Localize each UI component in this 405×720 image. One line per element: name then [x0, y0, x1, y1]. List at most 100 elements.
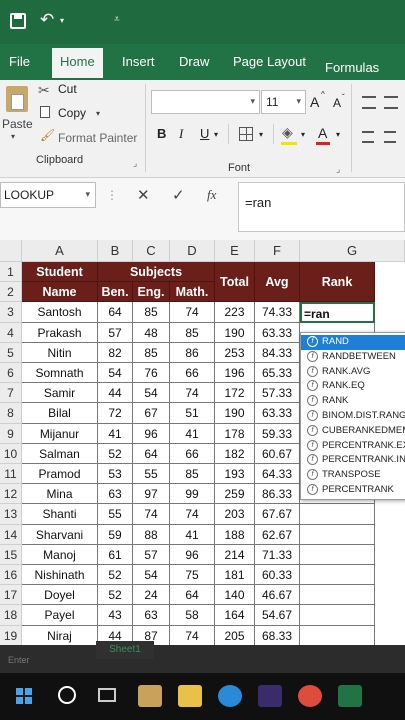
row-header-2[interactable]: 2	[0, 282, 22, 303]
save-icon[interactable]	[10, 13, 26, 29]
column-header-a[interactable]: A	[22, 240, 98, 262]
student-name-cell[interactable]: Somnath	[22, 363, 98, 384]
taskbar-app-icon[interactable]	[138, 685, 162, 707]
header-ben[interactable]: Ben.	[98, 282, 133, 303]
clipboard-launcher-icon[interactable]: ⌟	[133, 158, 137, 169]
ben-score-cell[interactable]: 72	[98, 403, 133, 424]
task-view-icon[interactable]	[98, 688, 116, 702]
header-avg[interactable]: Avg	[255, 262, 300, 303]
math-score-cell[interactable]: 74	[170, 383, 215, 404]
avg-score-cell[interactable]: 57.33	[255, 383, 300, 404]
font-size-field[interactable]: 11 ▾	[261, 90, 306, 114]
total-score-cell[interactable]: 214	[215, 544, 255, 565]
row-header-8[interactable]: 8	[0, 403, 22, 424]
math-score-cell[interactable]: 74	[170, 504, 215, 525]
font-color-dropdown-icon[interactable]: ▾	[336, 130, 340, 139]
paste-icon[interactable]	[6, 86, 28, 112]
formula-bar-grip-icon[interactable]: ⋮	[106, 188, 118, 202]
student-name-cell[interactable]: Sharvani	[22, 524, 98, 545]
student-name-cell[interactable]: Nitin	[22, 342, 98, 363]
row-header-14[interactable]: 14	[0, 524, 22, 545]
font-color-button[interactable]: A	[318, 125, 327, 141]
align-left-icon[interactable]	[362, 131, 374, 143]
paste-dropdown-icon[interactable]: ▾	[11, 132, 15, 141]
header-student[interactable]: Student	[22, 262, 98, 283]
ben-score-cell[interactable]: 59	[98, 524, 133, 545]
total-score-cell[interactable]: 223	[215, 302, 255, 323]
autocomplete-item[interactable]: f PERCENTRANK.EXC	[301, 439, 405, 454]
ben-score-cell[interactable]: 54	[98, 363, 133, 384]
header-math[interactable]: Math.	[170, 282, 215, 303]
total-score-cell[interactable]: 172	[215, 383, 255, 404]
fill-color-icon[interactable]: ◈	[282, 124, 293, 141]
math-score-cell[interactable]: 75	[170, 565, 215, 586]
enter-icon[interactable]: ✓	[172, 186, 185, 204]
eng-score-cell[interactable]: 76	[133, 363, 170, 384]
avg-score-cell[interactable]: 65.33	[255, 363, 300, 384]
avg-score-cell[interactable]: 84.33	[255, 342, 300, 363]
undo-dropdown-icon[interactable]: ▾	[60, 16, 64, 25]
student-name-cell[interactable]: Pramod	[22, 464, 98, 485]
math-score-cell[interactable]: 51	[170, 403, 215, 424]
undo-icon[interactable]: ↶	[40, 10, 54, 30]
sheet-tab-sheet1[interactable]: Sheet1	[96, 641, 154, 659]
column-header-b[interactable]: B	[98, 240, 133, 262]
eng-score-cell[interactable]: 88	[133, 524, 170, 545]
row-header-10[interactable]: 10	[0, 443, 22, 464]
student-name-cell[interactable]: Prakash	[22, 322, 98, 343]
math-score-cell[interactable]: 85	[170, 322, 215, 343]
eng-score-cell[interactable]: 67	[133, 403, 170, 424]
row-header-3[interactable]: 3	[0, 302, 22, 323]
rank-cell[interactable]	[300, 585, 375, 606]
avg-score-cell[interactable]: 67.67	[255, 504, 300, 525]
avg-score-cell[interactable]: 46.67	[255, 585, 300, 606]
ben-score-cell[interactable]: 64	[98, 302, 133, 323]
ben-score-cell[interactable]: 52	[98, 565, 133, 586]
autocomplete-item[interactable]: f BINOM.DIST.RANGE	[301, 409, 405, 424]
edge-browser-icon[interactable]	[218, 685, 242, 707]
avg-score-cell[interactable]: 74.33	[255, 302, 300, 323]
row-header-1[interactable]: 1	[0, 262, 22, 283]
student-name-cell[interactable]: Payel	[22, 605, 98, 626]
grow-font-button[interactable]: A	[310, 94, 319, 110]
name-box-dropdown-icon[interactable]: ▾	[85, 189, 90, 200]
total-score-cell[interactable]: 253	[215, 342, 255, 363]
eng-score-cell[interactable]: 54	[133, 383, 170, 404]
total-score-cell[interactable]: 190	[215, 403, 255, 424]
student-name-cell[interactable]: Santosh	[22, 302, 98, 323]
fill-color-dropdown-icon[interactable]: ▾	[301, 130, 305, 139]
header-name[interactable]: Name	[22, 282, 98, 303]
header-rank[interactable]: Rank	[300, 262, 375, 303]
student-name-cell[interactable]: Niraj	[22, 625, 98, 645]
borders-dropdown-icon[interactable]: ▾	[259, 130, 263, 139]
total-score-cell[interactable]: 178	[215, 423, 255, 444]
student-name-cell[interactable]: Shanti	[22, 504, 98, 525]
avg-score-cell[interactable]: 60.33	[255, 565, 300, 586]
total-score-cell[interactable]: 196	[215, 363, 255, 384]
row-header-18[interactable]: 18	[0, 605, 22, 626]
eng-score-cell[interactable]: 85	[133, 342, 170, 363]
eng-score-cell[interactable]: 57	[133, 544, 170, 565]
total-score-cell[interactable]: 181	[215, 565, 255, 586]
chrome-browser-icon[interactable]	[298, 685, 322, 707]
header-eng[interactable]: Eng.	[133, 282, 170, 303]
eng-score-cell[interactable]: 63	[133, 605, 170, 626]
autocomplete-item[interactable]: f PERCENTRANK	[301, 483, 405, 498]
avg-score-cell[interactable]: 63.33	[255, 322, 300, 343]
copy-dropdown-icon[interactable]: ▾	[96, 109, 100, 118]
math-score-cell[interactable]: 99	[170, 484, 215, 505]
eng-score-cell[interactable]: 48	[133, 322, 170, 343]
ben-score-cell[interactable]: 53	[98, 464, 133, 485]
avg-score-cell[interactable]: 60.67	[255, 443, 300, 464]
math-score-cell[interactable]: 64	[170, 585, 215, 606]
autocomplete-item[interactable]: f RANK.EQ	[301, 379, 405, 394]
row-header-16[interactable]: 16	[0, 565, 22, 586]
autocomplete-item[interactable]: f RANK	[301, 394, 405, 409]
student-name-cell[interactable]: Nishinath	[22, 565, 98, 586]
avg-score-cell[interactable]: 64.33	[255, 464, 300, 485]
select-all-corner[interactable]	[0, 240, 22, 262]
student-name-cell[interactable]: Bilal	[22, 403, 98, 424]
row-header-13[interactable]: 13	[0, 504, 22, 525]
windows-start-icon[interactable]	[16, 688, 32, 704]
eng-score-cell[interactable]: 96	[133, 423, 170, 444]
